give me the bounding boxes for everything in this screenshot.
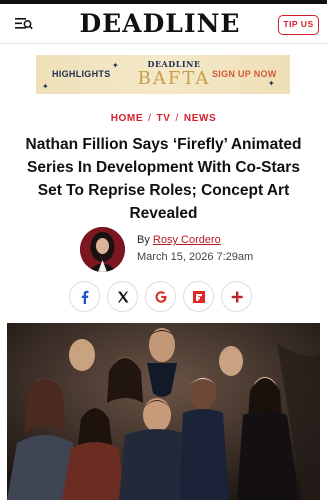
article-headline: Nathan Fillion Says ‘Firefly’ Animated S… [25, 136, 302, 222]
byline: By Rosy Cordero [137, 234, 221, 246]
breadcrumb-news[interactable]: NEWS [184, 113, 216, 124]
byline-prefix: By [137, 234, 150, 246]
plus-icon [231, 291, 243, 303]
breadcrumb-separator: / [148, 113, 152, 124]
sparkle-icon: ✦ [112, 61, 119, 70]
site-header: DEADLINE TIP US [0, 4, 327, 44]
x-icon [117, 291, 128, 303]
bafta-highlights-banner[interactable]: HIGHLIGHTS ✦ ✦ ✦ DEADLINE BAFTA SIGN UP … [36, 55, 290, 94]
facebook-icon [81, 290, 88, 304]
cast-photo [7, 323, 320, 500]
site-logo[interactable]: DEADLINE [75, 8, 245, 38]
share-google-button[interactable] [145, 281, 176, 312]
share-more-button[interactable] [221, 281, 252, 312]
article-hero-image[interactable] [7, 323, 320, 500]
menu-search-icon[interactable] [15, 16, 33, 32]
breadcrumb: HOME / TV / NEWS [0, 113, 327, 124]
sparkle-icon: ✦ [42, 82, 49, 91]
google-icon [155, 291, 166, 303]
breadcrumb-home[interactable]: HOME [111, 113, 143, 124]
banner-brand-main: BAFTA [137, 68, 211, 89]
share-flipboard-button[interactable] [183, 281, 214, 312]
breadcrumb-tv[interactable]: TV [157, 113, 171, 124]
author-avatar[interactable] [80, 227, 125, 272]
sparkle-icon: ✦ [268, 79, 275, 88]
publish-date: March 15, 2026 7:29am [137, 251, 254, 263]
flipboard-icon [192, 291, 205, 303]
tip-us-button[interactable]: TIP US [278, 15, 319, 35]
share-x-button[interactable] [107, 281, 138, 312]
breadcrumb-separator: / [175, 113, 179, 124]
share-facebook-button[interactable] [69, 281, 100, 312]
banner-cta: SIGN UP NOW [212, 69, 277, 79]
banner-left-text: HIGHLIGHTS [52, 69, 111, 79]
author-link[interactable]: Rosy Cordero [153, 234, 221, 246]
